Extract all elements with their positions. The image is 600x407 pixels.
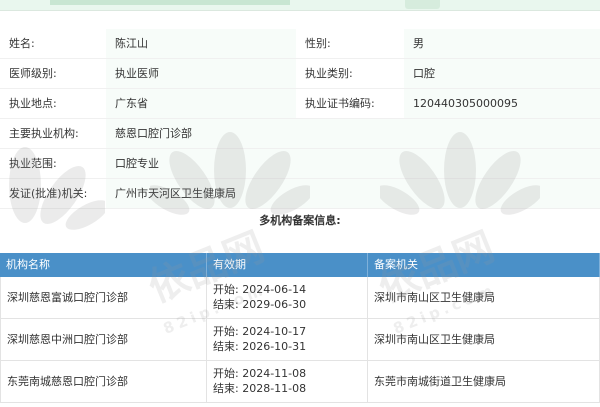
validity-end: 结束: 2029-06-30 — [213, 298, 307, 311]
issuing-authority-label: 发证(批准)机关: — [0, 179, 106, 208]
validity-cell: 开始: 2024-11-08 结束: 2028-11-08 — [207, 361, 368, 402]
main-institution-value: 慈恩口腔门诊部 — [106, 119, 600, 148]
issuing-authority-value: 广州市天河区卫生健康局 — [106, 179, 600, 208]
filing-authority: 东莞市南城街道卫生健康局 — [368, 361, 600, 402]
info-row: 姓名: 陈江山 性别: 男 — [0, 29, 600, 59]
validity-cell: 开始: 2024-10-17 结束: 2026-10-31 — [207, 319, 368, 360]
practice-category-value: 口腔 — [404, 59, 600, 88]
physician-level-value: 执业医师 — [106, 59, 296, 88]
gender-label: 性别: — [296, 29, 404, 58]
column-header-authority: 备案机关 — [368, 253, 600, 277]
info-row: 执业范围: 口腔专业 — [0, 149, 600, 179]
column-header-name: 机构名称 — [0, 253, 207, 277]
validity-end: 结束: 2026-10-31 — [213, 340, 307, 353]
gender-value: 男 — [404, 29, 600, 58]
validity-end: 结束: 2028-11-08 — [213, 382, 307, 395]
info-row: 医师级别: 执业医师 执业类别: 口腔 — [0, 59, 600, 89]
physician-level-label: 医师级别: — [0, 59, 106, 88]
validity-start: 开始: 2024-10-17 — [213, 325, 307, 338]
column-header-validity: 有效期 — [207, 253, 368, 277]
info-row: 主要执业机构: 慈恩口腔门诊部 — [0, 119, 600, 149]
table-header: 机构名称 有效期 备案机关 — [0, 253, 600, 277]
table-row: 深圳慈恩富诚口腔门诊部 开始: 2024-06-14 结束: 2029-06-3… — [0, 277, 600, 319]
institution-name: 东莞南城慈恩口腔门诊部 — [0, 361, 207, 402]
practice-scope-label: 执业范围: — [0, 149, 106, 178]
table-row: 深圳慈恩中洲口腔门诊部 开始: 2024-10-17 结束: 2026-10-3… — [0, 319, 600, 361]
multi-filing-table: 机构名称 有效期 备案机关 深圳慈恩富诚口腔门诊部 开始: 2024-06-14… — [0, 253, 600, 403]
practice-scope-value: 口腔专业 — [106, 149, 600, 178]
multi-filing-title: 多机构备案信息: — [259, 214, 341, 227]
name-label: 姓名: — [0, 29, 106, 58]
certificate-number-label: 执业证书编码: — [296, 89, 404, 118]
practice-location-value: 广东省 — [106, 89, 296, 118]
validity-start: 开始: 2024-06-14 — [213, 283, 307, 296]
certificate-number-value: 120440305000095 — [404, 89, 600, 118]
info-row: 发证(批准)机关: 广州市天河区卫生健康局 — [0, 179, 600, 209]
name-value: 陈江山 — [106, 29, 296, 58]
practice-category-label: 执业类别: — [296, 59, 404, 88]
page: 姓名: 陈江山 性别: 男 医师级别: 执业医师 执业类别: 口腔 执业地点: … — [0, 0, 600, 407]
filing-authority: 深圳市南山区卫生健康局 — [368, 277, 600, 318]
info-row: 执业地点: 广东省 执业证书编码: 120440305000095 — [0, 89, 600, 119]
institution-name: 深圳慈恩富诚口腔门诊部 — [0, 277, 207, 318]
main-institution-label: 主要执业机构: — [0, 119, 106, 148]
top-banner — [0, 0, 600, 11]
table-row: 东莞南城慈恩口腔门诊部 开始: 2024-11-08 结束: 2028-11-0… — [0, 361, 600, 403]
validity-cell: 开始: 2024-06-14 结束: 2029-06-30 — [207, 277, 368, 318]
doctor-info-table: 姓名: 陈江山 性别: 男 医师级别: 执业医师 执业类别: 口腔 执业地点: … — [0, 29, 600, 209]
validity-start: 开始: 2024-11-08 — [213, 367, 307, 380]
banner-tab — [405, 0, 440, 9]
banner-strip — [50, 0, 290, 5]
institution-name: 深圳慈恩中洲口腔门诊部 — [0, 319, 207, 360]
practice-location-label: 执业地点: — [0, 89, 106, 118]
filing-authority: 深圳市南山区卫生健康局 — [368, 319, 600, 360]
